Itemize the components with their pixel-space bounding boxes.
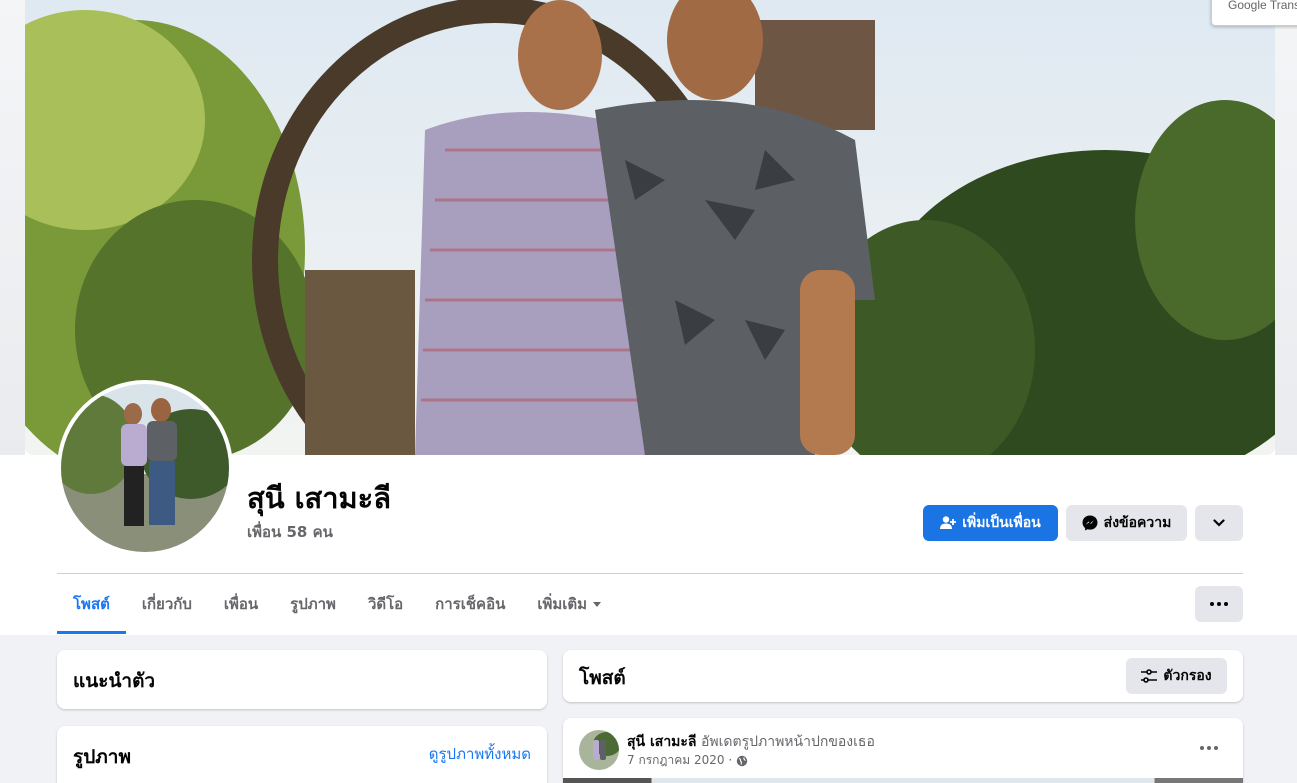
post-author-avatar[interactable] bbox=[579, 730, 619, 770]
friend-count[interactable]: เพื่อน 58 คน bbox=[247, 520, 333, 544]
filter-button[interactable]: ตัวกรอง bbox=[1126, 658, 1227, 694]
intro-title: แนะนำตัว bbox=[73, 670, 156, 692]
intro-card: แนะนำตัว bbox=[57, 650, 547, 709]
tab-about[interactable]: เกี่ยวกับ bbox=[126, 574, 208, 634]
tab-videos[interactable]: วิดีโอ bbox=[352, 574, 419, 634]
chevron-down-icon bbox=[1213, 519, 1225, 527]
post-image[interactable] bbox=[563, 778, 1243, 783]
more-dots-icon bbox=[1210, 602, 1228, 606]
tab-checkins[interactable]: การเช็คอิน bbox=[419, 574, 521, 634]
message-button[interactable]: ส่งข้อความ bbox=[1066, 505, 1187, 541]
see-all-photos-link[interactable]: ดูรูปภาพทั้งหมด bbox=[429, 742, 531, 766]
profile-avatar[interactable] bbox=[57, 380, 233, 556]
post-author-name[interactable]: สุนี เสามะลี bbox=[627, 734, 697, 750]
post-date[interactable]: 7 กรกฎาคม 2020 · bbox=[627, 751, 732, 770]
posts-title: โพสต์ bbox=[579, 667, 626, 689]
caret-down-icon bbox=[593, 601, 602, 607]
tab-more-label: เพิ่มเติม bbox=[537, 595, 588, 613]
google-translate-badge[interactable]: Google Translate bbox=[1211, 0, 1297, 26]
profile-more-button[interactable] bbox=[1195, 505, 1243, 541]
photos-card: รูปภาพ ดูรูปภาพทั้งหมด bbox=[57, 726, 547, 783]
tabs-options-button[interactable] bbox=[1195, 586, 1243, 622]
filter-icon bbox=[1141, 669, 1158, 683]
tab-photos[interactable]: รูปภาพ bbox=[274, 574, 352, 634]
post-activity: อัพเดตรูปภาพหน้าปกของเธอ bbox=[700, 734, 875, 750]
profile-name: สุนี เสามะลี bbox=[247, 481, 391, 515]
more-dots-icon bbox=[1200, 746, 1218, 750]
post-meta: 7 กรกฎาคม 2020 · bbox=[627, 751, 748, 770]
post-header-line: สุนี เสามะลี อัพเดตรูปภาพหน้าปกของเธอ bbox=[627, 731, 875, 753]
filter-label: ตัวกรอง bbox=[1163, 668, 1212, 684]
cover-side-left bbox=[0, 0, 25, 455]
tab-more[interactable]: เพิ่มเติม bbox=[521, 574, 617, 634]
tab-friends[interactable]: เพื่อน bbox=[208, 574, 274, 634]
profile-tabs: โพสต์ เกี่ยวกับ เพื่อน รูปภาพ วิดีโอ การ… bbox=[57, 574, 617, 634]
globe-icon bbox=[736, 755, 748, 766]
photos-title: รูปภาพ bbox=[73, 746, 131, 768]
post-card: สุนี เสามะลี อัพเดตรูปภาพหน้าปกของเธอ 7 … bbox=[563, 718, 1243, 783]
message-label: ส่งข้อความ bbox=[1103, 515, 1172, 531]
cover-side-right bbox=[1275, 0, 1297, 455]
add-friend-button[interactable]: เพิ่มเป็นเพื่อน bbox=[923, 505, 1058, 541]
tab-posts[interactable]: โพสต์ bbox=[57, 574, 126, 634]
add-friend-label: เพิ่มเป็นเพื่อน bbox=[962, 515, 1041, 531]
cover-photo[interactable] bbox=[25, 0, 1275, 455]
add-friend-icon bbox=[940, 516, 957, 529]
messenger-icon bbox=[1082, 515, 1098, 531]
posts-header-card: โพสต์ ตัวกรอง bbox=[563, 650, 1243, 702]
post-options-button[interactable] bbox=[1191, 734, 1227, 762]
profile-header: Google Translate สุนี เสามะลี เพื่อน 58 … bbox=[0, 0, 1297, 635]
